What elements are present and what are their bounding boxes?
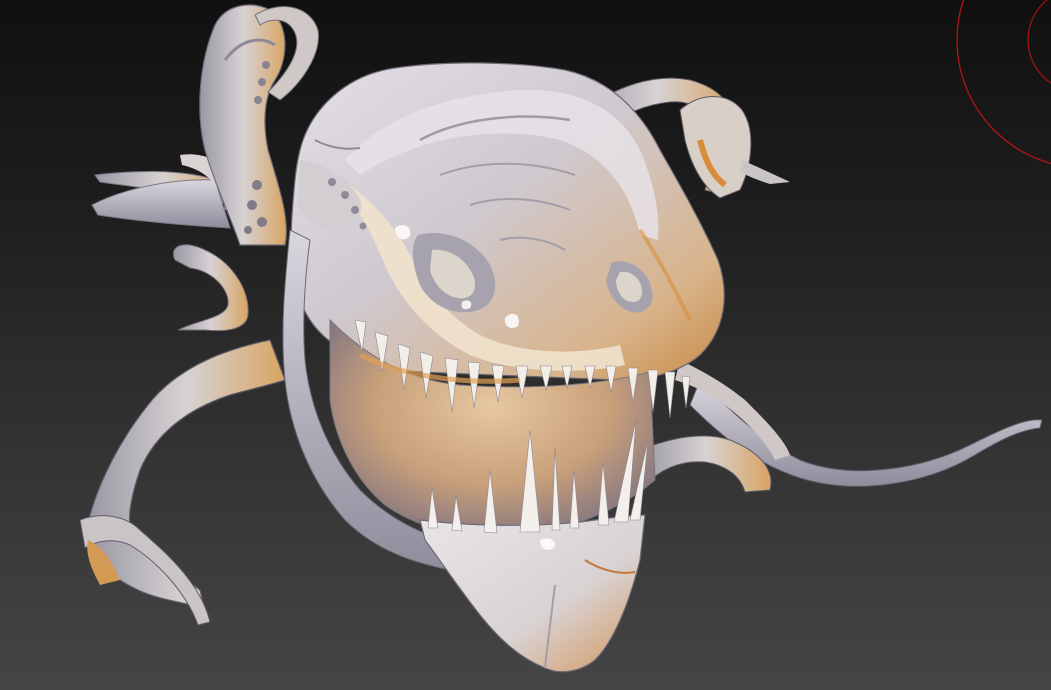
rotation-gizmo-icon[interactable] [956, 0, 1051, 168]
sculpt-viewport-svg[interactable] [0, 0, 1051, 690]
creature-sculpt-icon[interactable] [79, 4, 1043, 673]
document-canvas[interactable] [0, 0, 1051, 690]
